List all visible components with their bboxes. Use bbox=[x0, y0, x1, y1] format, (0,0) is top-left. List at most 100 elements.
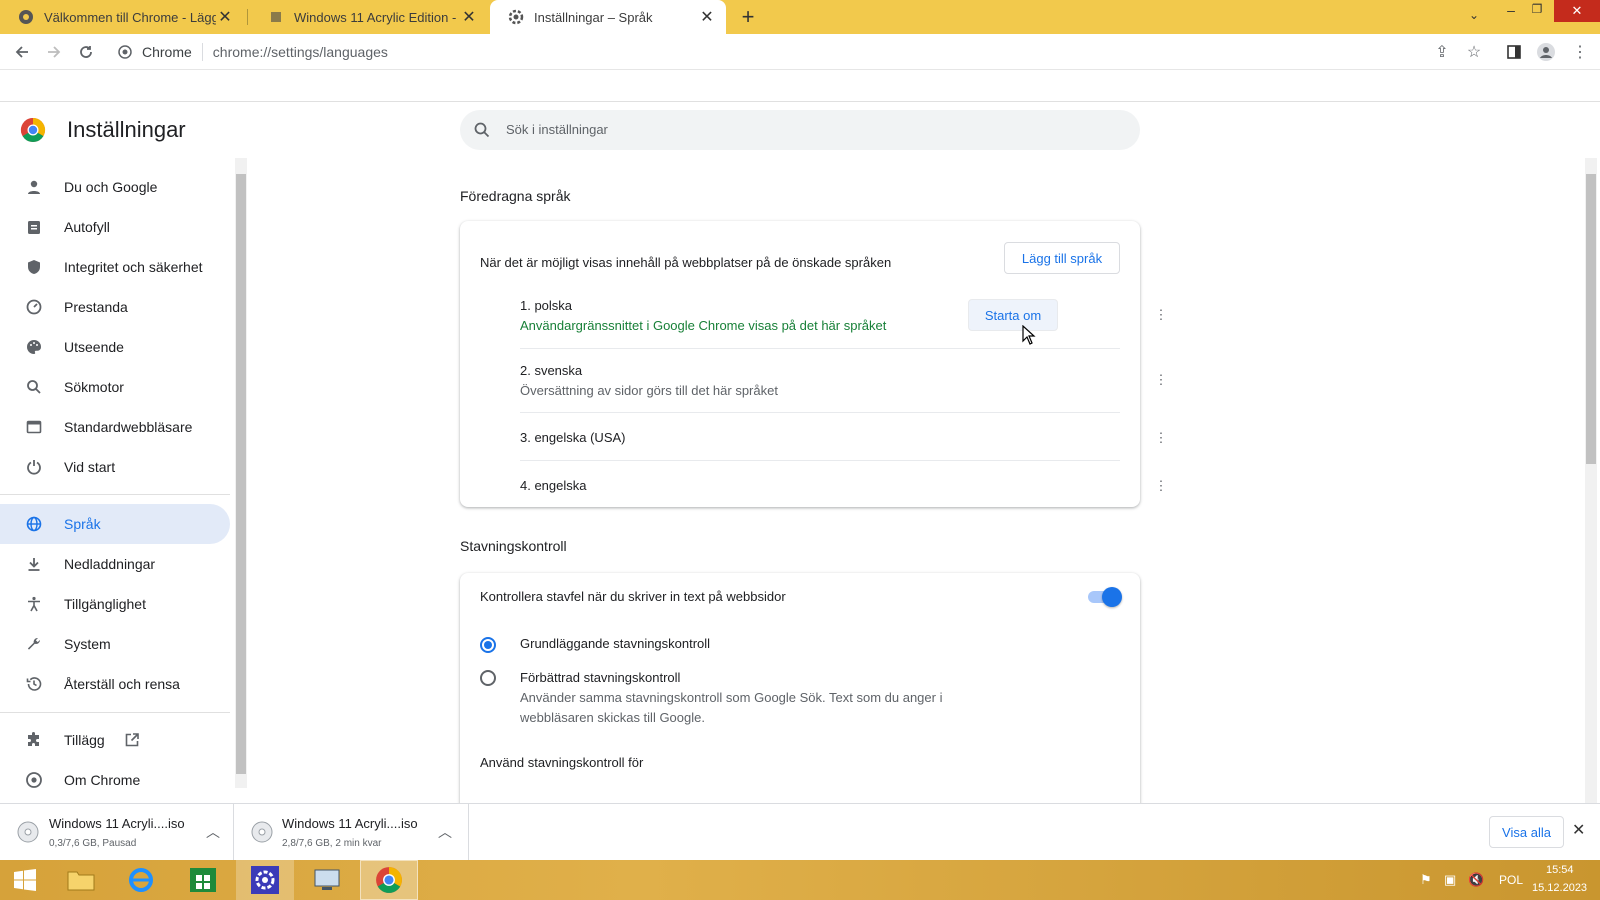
minimize-button[interactable]: – bbox=[1503, 2, 1519, 22]
sidebar-item-utseende[interactable]: Utseende bbox=[0, 327, 230, 367]
tab-windows11[interactable]: Windows 11 Acrylic Edition - Cr ✕ bbox=[250, 0, 488, 34]
start-button[interactable] bbox=[0, 860, 50, 900]
omnibox-site-label: Chrome bbox=[142, 44, 192, 60]
taskbar-store[interactable] bbox=[174, 860, 232, 900]
sidebar-item-autofyll[interactable]: Autofyll bbox=[0, 207, 230, 247]
taskbar-file-explorer[interactable] bbox=[52, 860, 110, 900]
palette-icon bbox=[24, 337, 44, 357]
profile-avatar-icon[interactable] bbox=[1530, 34, 1562, 70]
chevron-up-icon[interactable]: ︿ bbox=[438, 822, 452, 842]
puzzle-icon bbox=[24, 730, 44, 750]
tab-title: Windows 11 Acrylic Edition - Cr bbox=[294, 9, 460, 25]
enhanced-spellcheck-label: Förbättrad stavningskontroll bbox=[520, 670, 681, 685]
sidebar-item-sprak[interactable]: Språk bbox=[0, 504, 230, 544]
shield-icon bbox=[24, 257, 44, 277]
taskbar-computer[interactable] bbox=[298, 860, 356, 900]
sidebar-item-system[interactable]: System bbox=[0, 624, 230, 664]
close-tab-icon[interactable]: ✕ bbox=[698, 7, 716, 27]
chrome-logo-icon bbox=[20, 117, 46, 148]
sidebar-item-label: Språk bbox=[64, 516, 101, 532]
close-tab-icon[interactable]: ✕ bbox=[460, 7, 478, 27]
sidebar-scrollbar[interactable] bbox=[235, 158, 247, 788]
sidebar-item-label: Du och Google bbox=[64, 179, 158, 195]
sidebar-item-vid-start[interactable]: Vid start bbox=[0, 447, 230, 487]
restore-button[interactable]: ❐ bbox=[1528, 2, 1546, 22]
download-item[interactable]: Windows 11 Acryli....iso 2,8/7,6 GB, 2 m… bbox=[234, 804, 469, 861]
sidebar-item-prestanda[interactable]: Prestanda bbox=[0, 287, 230, 327]
enhanced-spellcheck-radio[interactable] bbox=[480, 670, 496, 686]
network-icon[interactable]: ▣ bbox=[1444, 872, 1456, 888]
sidebar-scroll-thumb[interactable] bbox=[236, 174, 246, 774]
language-name: 3. engelska (USA) bbox=[520, 430, 626, 445]
omnibox-url: chrome://settings/languages bbox=[212, 44, 388, 60]
forward-arrow-icon bbox=[48, 46, 61, 58]
reload-button[interactable] bbox=[70, 34, 102, 70]
tab-separator bbox=[247, 9, 248, 25]
sidebar-item-nedladdningar[interactable]: Nedladdningar bbox=[0, 544, 230, 584]
tab-title: Inställningar – Språk bbox=[534, 9, 653, 25]
input-language-indicator[interactable]: POL bbox=[1499, 873, 1523, 887]
main-scroll-thumb[interactable] bbox=[1586, 174, 1596, 464]
chevron-up-icon[interactable]: ︿ bbox=[206, 822, 220, 842]
close-tab-icon[interactable]: ✕ bbox=[216, 7, 234, 27]
sidebar-item-label: Vid start bbox=[64, 459, 116, 475]
add-language-button[interactable]: Lägg till språk bbox=[1004, 242, 1120, 274]
sidebar-item-tillganglighet[interactable]: Tillgänglighet bbox=[0, 584, 230, 624]
accessibility-icon bbox=[24, 594, 44, 614]
sidebar-item-label: Prestanda bbox=[64, 299, 128, 315]
side-panel-icon[interactable] bbox=[1498, 34, 1530, 70]
restart-button[interactable]: Starta om bbox=[968, 299, 1058, 331]
sidebar-item-standardwebblasare[interactable]: Standardwebbläsare bbox=[0, 407, 230, 447]
tab-settings[interactable]: Inställningar – Språk ✕ bbox=[490, 0, 726, 34]
sidebar-item-integritet[interactable]: Integritet och säkerhet bbox=[0, 247, 230, 287]
sidebar-item-om-chrome[interactable]: Om Chrome bbox=[0, 760, 230, 800]
taskbar-settings[interactable] bbox=[236, 860, 294, 900]
basic-spellcheck-radio[interactable] bbox=[480, 637, 496, 653]
sidebar-item-du-och-google[interactable]: Du och Google bbox=[0, 167, 230, 207]
settings-gear-icon bbox=[251, 866, 279, 894]
sidebar-item-tillagg[interactable]: Tillägg bbox=[0, 720, 230, 760]
window-close-button[interactable]: ✕ bbox=[1554, 0, 1600, 22]
back-button[interactable] bbox=[6, 34, 38, 70]
taskbar-chrome[interactable] bbox=[360, 860, 418, 900]
language-menu-kebab-icon[interactable]: ⋮ bbox=[1151, 476, 1171, 496]
search-placeholder: Sök i inställningar bbox=[506, 122, 608, 137]
language-row: 3. engelska (USA) ⋮ bbox=[520, 413, 1168, 461]
sidebar-item-label: Integritet och säkerhet bbox=[64, 259, 203, 275]
sidebar-item-label: Nedladdningar bbox=[64, 556, 156, 572]
tab-search-chevron-icon[interactable]: ⌄ bbox=[1465, 8, 1483, 26]
download-item[interactable]: Windows 11 Acryli....iso 0,3/7,6 GB, Pau… bbox=[0, 804, 234, 861]
language-row: 2. svenska Översättning av sidor görs ti… bbox=[520, 359, 1168, 413]
flag-icon[interactable]: ⚑ bbox=[1420, 872, 1432, 888]
main-scrollbar[interactable] bbox=[1585, 158, 1597, 804]
language-translate-note: Översättning av sidor görs till det här … bbox=[520, 383, 778, 398]
volume-muted-icon[interactable]: 🔇 bbox=[1468, 872, 1484, 888]
share-icon[interactable]: ⇪ bbox=[1426, 34, 1458, 70]
language-menu-kebab-icon[interactable]: ⋮ bbox=[1151, 370, 1171, 390]
bookmark-star-icon[interactable]: ☆ bbox=[1458, 34, 1490, 70]
settings-search-field[interactable]: Sök i inställningar bbox=[460, 110, 1140, 150]
new-tab-button[interactable]: + bbox=[736, 5, 760, 29]
omnibox[interactable]: Chrome chrome://settings/languages bbox=[108, 38, 1473, 66]
iso-file-icon bbox=[250, 820, 274, 849]
forward-button[interactable] bbox=[38, 34, 70, 70]
language-menu-kebab-icon[interactable]: ⋮ bbox=[1151, 428, 1171, 448]
language-menu-kebab-icon[interactable]: ⋮ bbox=[1151, 305, 1171, 325]
close-downloads-icon[interactable]: ✕ bbox=[1572, 820, 1585, 840]
spellcheck-toggle[interactable] bbox=[1088, 587, 1122, 607]
show-all-downloads-button[interactable]: Visa alla bbox=[1489, 816, 1564, 848]
sidebar-item-label: Sökmotor bbox=[64, 379, 124, 395]
history-icon bbox=[24, 674, 44, 694]
sidebar-item-aterstall[interactable]: Återställ och rensa bbox=[0, 664, 230, 704]
taskbar-internet-explorer[interactable] bbox=[112, 860, 170, 900]
menu-kebab-icon[interactable]: ⋮ bbox=[1564, 34, 1596, 70]
mouse-cursor-icon bbox=[1022, 324, 1036, 350]
tab-welcome[interactable]: Välkommen till Chrome - Lägg til ✕ bbox=[0, 0, 244, 34]
language-name: 4. engelska bbox=[520, 478, 587, 493]
sidebar-item-label: Återställ och rensa bbox=[64, 676, 180, 692]
iso-file-icon bbox=[16, 820, 40, 849]
clipboard-icon bbox=[24, 217, 44, 237]
sidebar-item-label: System bbox=[64, 636, 111, 652]
sidebar-item-sokmotor[interactable]: Sökmotor bbox=[0, 367, 230, 407]
sidebar-divider bbox=[0, 712, 230, 713]
